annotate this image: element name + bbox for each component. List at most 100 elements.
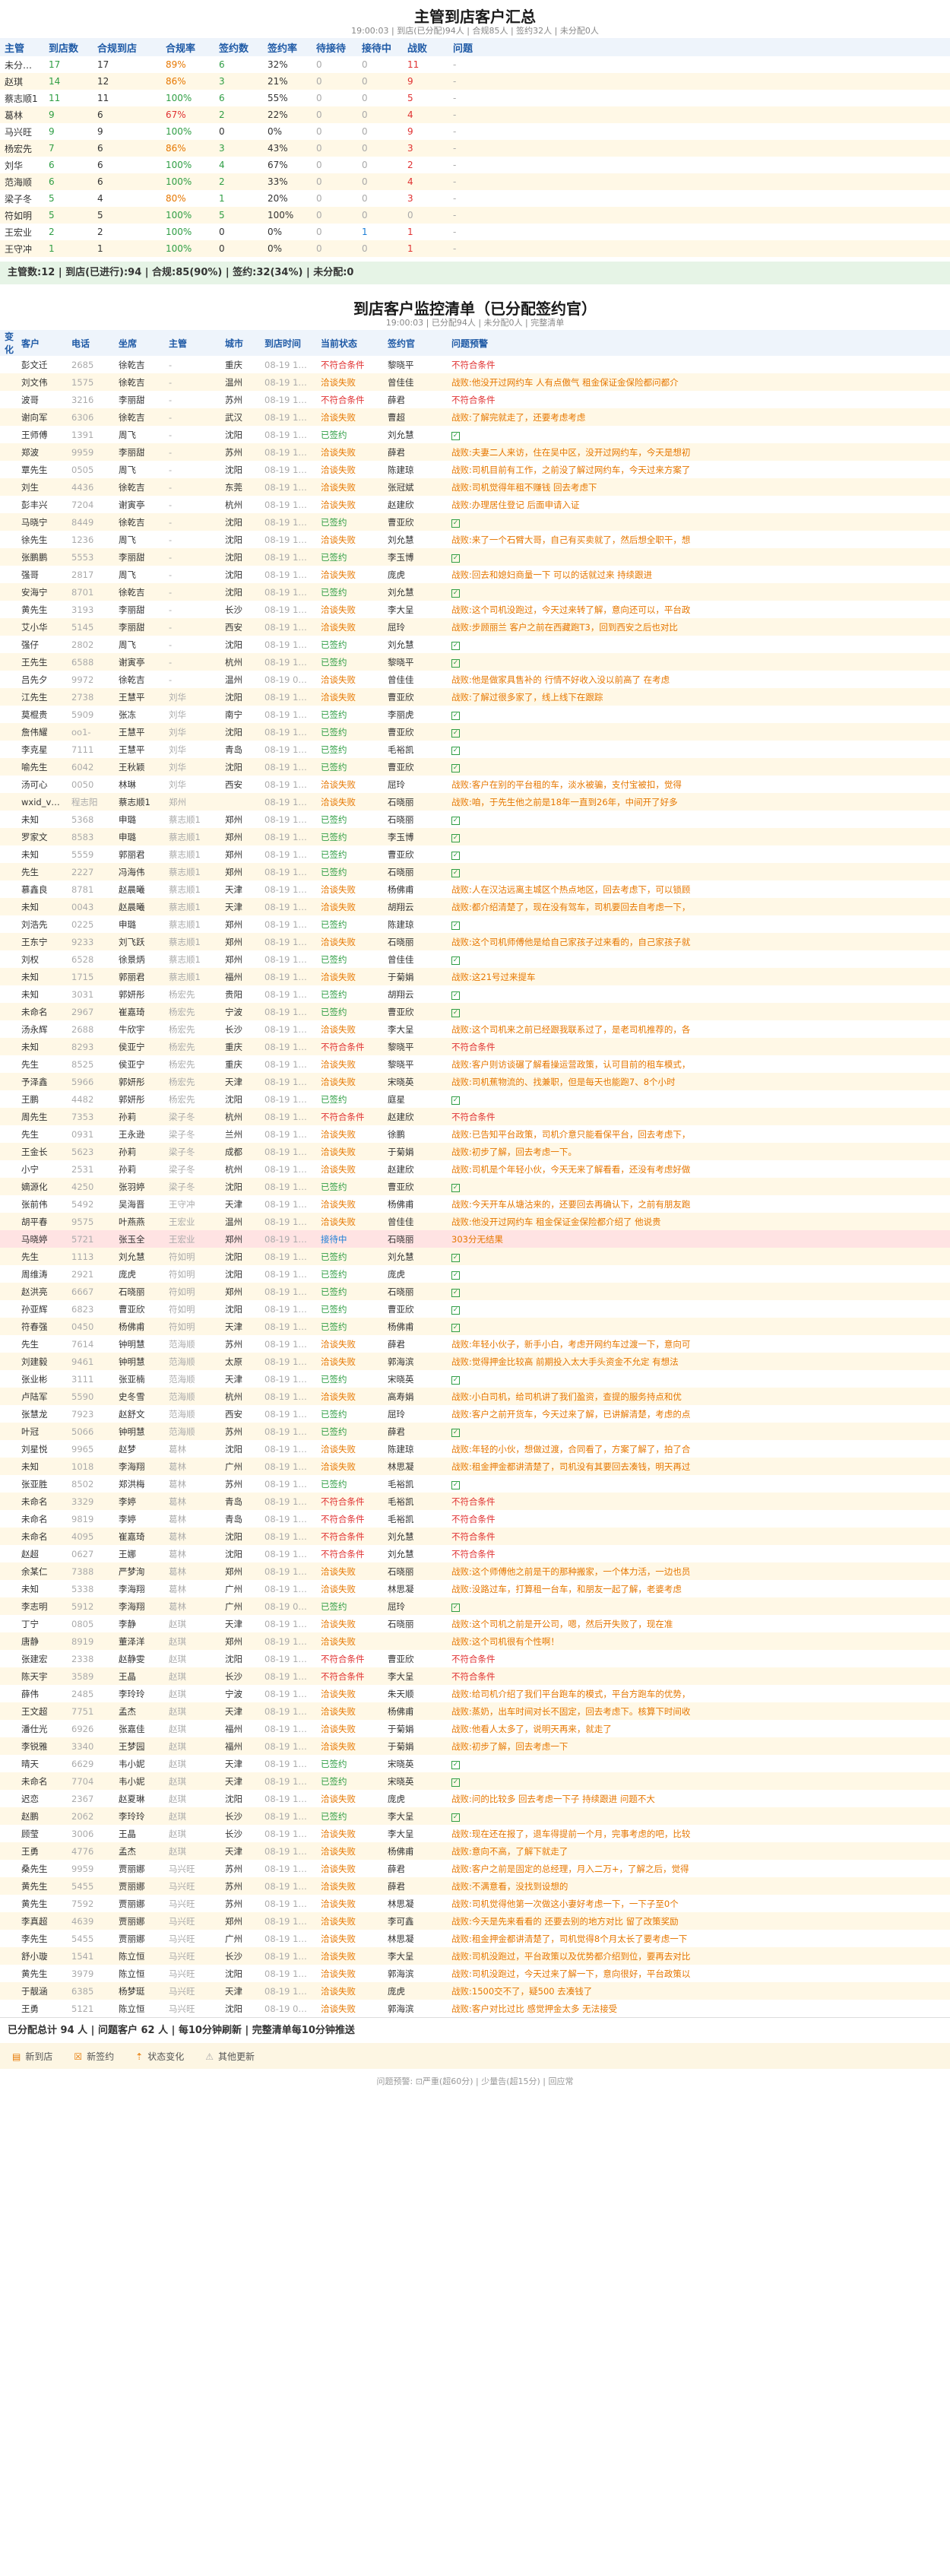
monitor-row[interactable]: 于靓涵 6385 杨梦珽 马兴旺 天津 08-19 12:11 洽谈失败 庞虎 战败:1500交… (0, 1982, 950, 2000)
monitor-cell: 杭州 (220, 653, 260, 671)
monitor-row[interactable]: 李志明 5912 李海翔 葛林 广州 08-19 09:39 已签约 屈玲 ✓ (0, 1597, 950, 1615)
monitor-row[interactable]: 未知 1018 李海翔 葛林 广州 08-19 15:21 洽谈失败 林思凝 战败:租金押金都讲… (0, 1458, 950, 1475)
monitor-row[interactable]: 汤永辉 2688 牛欣宇 杨宏先 长沙 08-19 15:08 洽谈失败 李大呈 战败:这个司机… (0, 1020, 950, 1038)
monitor-row[interactable]: 王东宁 9233 刘飞跃 蔡志顺1 郑州 08-19 10:53 洽谈失败 石晓丽 战败:这个司… (0, 933, 950, 950)
monitor-row[interactable]: 先生 8525 侯亚宁 杨宏先 重庆 08-19 13:03 洽谈失败 黎晓平 战败:客户则访谈… (0, 1055, 950, 1073)
monitor-row[interactable]: 覃先生 0505 周飞 - 沈阳 08-19 15:23 洽谈失败 陈建琼 战败:司机目前有工作… (0, 461, 950, 478)
monitor-row[interactable]: 未知 0043 赵晨曦 蔡志顺1 天津 08-19 13:28 洽谈失败 胡翔云 战败:都介绍清… (0, 898, 950, 915)
monitor-row[interactable]: 王鹏 4482 郭妍彤 杨宏先 沈阳 08-19 10:19 已签约 庭星 ✓ (0, 1090, 950, 1108)
monitor-row[interactable]: 先生 7614 钟明慧 范海顺 苏州 08-19 18:00 洽谈失败 薛君 战败:年轻小伙子，… (0, 1335, 950, 1353)
monitor-row[interactable]: 江先生 2738 王慧平 刘华 沈阳 08-19 16:48 洽谈失败 曹亚欣 战败:了解过很多… (0, 688, 950, 706)
monitor-row[interactable]: 先生 2227 冯海伟 蔡志顺1 郑州 08-19 15:22 已签约 石晓丽 ✓ (0, 863, 950, 880)
monitor-row[interactable]: 李先生 5455 贾丽娜 马兴旺 广州 08-19 15:34 洽谈失败 林思凝 战败:租金押金… (0, 1930, 950, 1947)
monitor-row[interactable]: 郑波 9959 李丽甜 - 苏州 08-19 15:37 洽谈失败 薛君 战败:夫妻二人来访，住… (0, 443, 950, 461)
monitor-row[interactable]: 波哥 3216 李丽甜 - 苏州 08-19 16:12 不符合条件 薛君 不符合条件 (0, 391, 950, 408)
monitor-row[interactable]: 王先生 6588 谢寅亭 - 杭州 08-19 10:03 已签约 黎晓平 ✓ (0, 653, 950, 671)
monitor-row[interactable]: 嫡源化 4250 张羽婷 梁子冬 沈阳 08-19 13:10 已签约 曹亚欣 ✓ (0, 1178, 950, 1195)
monitor-row[interactable]: 先生 1113 刘允慧 符如明 沈阳 08-19 15:16 已签约 刘允慧 ✓ (0, 1248, 950, 1265)
monitor-row[interactable]: 未命名 4095 崔嘉琦 葛林 沈阳 08-19 13:23 不符合条件 刘允慧 不符合条件 (0, 1528, 950, 1545)
monitor-row[interactable]: 陈天宇 3589 王晶 赵琪 长沙 08-19 16:46 不符合条件 李大呈 不符合条件 (0, 1667, 950, 1685)
monitor-row[interactable]: 马晓婷 5721 张玉全 王宏业 郑州 08-19 13:56 接待中 石晓丽 303分无结果 (0, 1230, 950, 1248)
monitor-row[interactable]: 喻先生 6042 王秋颖 刘华 沈阳 08-19 13:10 已签约 曹亚欣 ✓ (0, 758, 950, 776)
monitor-row[interactable]: 未知 5559 郭丽君 蔡志顺1 郑州 08-19 15:27 已签约 曹亚欣 ✓ (0, 845, 950, 863)
monitor-row[interactable]: 赵洪亮 6667 石晓丽 符如明 郑州 08-19 14:27 已签约 石晓丽 ✓ (0, 1283, 950, 1300)
monitor-row[interactable]: 桑先生 9959 贾丽娜 马兴旺 苏州 08-19 17:00 洽谈失败 薛君 战败:客户之前是… (0, 1860, 950, 1877)
monitor-row[interactable]: 王勇 5121 陈立恒 马兴旺 沈阳 08-19 09:10 洽谈失败 郭海滨 战败:客户对比过… (0, 2000, 950, 2017)
monitor-row[interactable]: 赵鹏 2062 李玲玲 赵琪 长沙 08-19 12:37 已签约 李大呈 ✓ (0, 1807, 950, 1825)
monitor-row[interactable]: 刘文伟 1575 徐乾吉 - 温州 08-19 16:21 洽谈失败 曾佳佳 战败:他没开过网约… (0, 373, 950, 391)
summary-cell: 1 (403, 240, 448, 257)
monitor-row[interactable]: 莫棍贵 5909 张冻 刘华 南宁 08-19 14:48 已签约 李丽虎 ✓ (0, 706, 950, 723)
monitor-row[interactable]: 黄先生 3193 李丽甜 - 长沙 08-19 11:55 洽谈失败 李大呈 战败:这个司机没跑… (0, 601, 950, 618)
monitor-row[interactable]: 叶冠 5066 钟明慧 范海顺 苏州 08-19 13:15 已签约 薛君 ✓ (0, 1423, 950, 1440)
monitor-row[interactable]: 卢陆军 5590 史冬雪 范海顺 杭州 08-19 15:07 洽谈失败 高寿娟 战败:小白司机… (0, 1388, 950, 1405)
monitor-row[interactable]: 刘星悦 9965 赵梦 葛林 沈阳 08-19 15:22 洽谈失败 陈建琼 战败:年轻的小伙，… (0, 1440, 950, 1458)
monitor-row[interactable]: 王金长 5623 孙莉 梁子冬 成都 08-19 14:37 洽谈失败 于菊娟 战败:初步了解，… (0, 1143, 950, 1160)
monitor-row[interactable]: 王师傅 1391 周飞 - 沈阳 08-19 16:08 已签约 刘允慧 ✓ (0, 426, 950, 443)
monitor-row[interactable]: 未知 1715 郭丽君 蔡志顺1 福州 08-19 10:35 洽谈失败 于菊娟 战败:这21号… (0, 968, 950, 985)
monitor-row[interactable]: 丁宁 0805 李静 赵琪 天津 08-19 18:33 洽谈失败 石晓丽 战败:这个司机之前是… (0, 1615, 950, 1632)
monitor-row[interactable]: 谢向军 6306 徐乾吉 - 武汉 08-19 16:00 洽谈失败 曹超 战败:了解完就走了，… (0, 408, 950, 426)
monitor-row[interactable]: 李真超 4639 贾丽娜 马兴旺 郑州 08-19 15:59 洽谈失败 李可鑫 战败:今天是先… (0, 1912, 950, 1930)
monitor-row[interactable]: 未知 3031 郭妍彤 杨宏先 贵阳 08-19 17:10 已签约 胡翔云 ✓ (0, 985, 950, 1003)
monitor-row[interactable]: 张慧龙 7923 赵舒文 范海顺 西安 08-19 13:57 已签约 屈玲 战败:客户之前开货… (0, 1405, 950, 1423)
monitor-row[interactable]: 符春强 0450 杨佛甫 符如明 天津 08-19 10:12 已签约 杨佛甫 ✓ (0, 1318, 950, 1335)
monitor-row[interactable]: 李锐雅 3340 王梦园 赵琪 福州 08-19 15:03 洽谈失败 于菊娟 战败:初步了解，… (0, 1737, 950, 1755)
monitor-row[interactable]: 晴天 6629 韦小妮 赵琪 天津 08-19 14:49 已签约 宋晓英 ✓ (0, 1755, 950, 1772)
monitor-row[interactable]: 李克星 7111 王慧平 刘华 青岛 08-19 13:33 已签约 毛裕凯 ✓ (0, 741, 950, 758)
monitor-row[interactable]: 徐先生 1236 周飞 - 沈阳 08-19 13:47 洽谈失败 刘允慧 战败:来了一个石臂大… (0, 531, 950, 548)
monitor-row[interactable]: 唐静 8919 董泽洋 赵琪 郑州 08-19 18:09 洽谈失败 战败:这个司机很有个性啊… (0, 1632, 950, 1650)
monitor-row[interactable]: 张建宏 2338 赵静雯 赵琪 沈阳 08-19 16:47 不符合条件 曹亚欣 不符合条件 (0, 1650, 950, 1667)
monitor-row[interactable]: 未命名 9819 李婷 葛林 青岛 08-19 13:35 不符合条件 毛裕凯 不符合条件 (0, 1510, 950, 1528)
monitor-row[interactable]: 未命名 7704 韦小妮 赵琪 天津 08-19 14:01 已签约 宋晓英 ✓ (0, 1772, 950, 1790)
monitor-row[interactable]: 周先生 7353 孙莉 梁子冬 杭州 08-19 16:07 不符合条件 赵建欣 不符合条件 (0, 1108, 950, 1125)
monitor-row[interactable]: 彭文迁 2685 徐乾吉 - 重庆 08-19 16:52 不符合条件 黎晓平 不符合条件 (0, 356, 950, 373)
monitor-row[interactable]: 未命名 2967 崔嘉琦 杨宏先 宁波 08-19 16:33 已签约 曹亚欣 ✓ (0, 1003, 950, 1020)
monitor-row[interactable]: 黄先生 3979 陈立恒 马兴旺 沈阳 08-19 12:13 洽谈失败 郭海滨 战败:司机没跑… (0, 1965, 950, 1982)
monitor-row[interactable]: 胡平春 9575 叶燕燕 王宏业 温州 08-19 16:33 洽谈失败 曾佳佳 战败:他没开过… (0, 1213, 950, 1230)
monitor-row[interactable]: 未命名 3329 李婷 葛林 青岛 08-19 13:35 不符合条件 毛裕凯 不符合条件 (0, 1493, 950, 1510)
monitor-cell: 郭妍彤 (119, 1093, 145, 1105)
monitor-row[interactable]: 吕先夕 9972 徐乾吉 - 温州 08-19 09:49 洽谈失败 曾佳佳 战败:他是做家具售… (0, 671, 950, 688)
monitor-cell: 5966 (67, 1073, 114, 1090)
monitor-row[interactable]: 未知 5338 李海翔 葛林 广州 08-19 10:03 洽谈失败 林思凝 战败:没路过车，打… (0, 1580, 950, 1597)
monitor-row[interactable]: 刘生 4436 徐乾吉 - 东莞 08-19 15:05 洽谈失败 张冠斌 战败:司机觉得年租不… (0, 478, 950, 496)
monitor-row[interactable]: 舒小璇 1541 陈立恒 马兴旺 长沙 08-19 13:40 洽谈失败 李大呈 战败:司机没跑… (0, 1947, 950, 1965)
monitor-row[interactable]: wxid_vhkouwrdatba22程志阳蔡志顺1郑州 08-19 18:30洽… (0, 793, 950, 811)
monitor-row[interactable]: 予泽鑫 5966 郭妍彤 杨宏先 天津 08-19 12:01 洽谈失败 宋晓英 战败:司机蕉物… (0, 1073, 950, 1090)
monitor-row[interactable]: 小宁 2531 孙莉 梁子冬 杭州 08-19 13:22 洽谈失败 赵建欣 战败:司机是个年轻… (0, 1160, 950, 1178)
monitor-row[interactable]: 张业彬 3111 张亚楠 范海顺 天津 08-19 15:40 已签约 宋晓英 ✓ (0, 1370, 950, 1388)
monitor-row[interactable]: 赵超 0627 王娜 葛林 沈阳 08-19 11:25 不符合条件 刘允慧 不符合条件 (0, 1545, 950, 1562)
monitor-row[interactable]: 薛伟 2485 李玲玲 赵琪 宁波 08-19 16:37 洽谈失败 朱天顺 战败:给司机介绍了… (0, 1685, 950, 1702)
monitor-cell: 葛林 (169, 1583, 186, 1594)
monitor-row[interactable]: 强仔 2802 周飞 - 沈阳 08-19 11:30 已签约 刘允慧 ✓ (0, 636, 950, 653)
monitor-row[interactable]: 刘浩先 0225 申璐 蔡志顺1 郑州 08-19 12:08 已签约 陈建琼 ✓ (0, 915, 950, 933)
monitor-row[interactable]: 刘权 6528 徐景炳 蔡志顺1 郑州 08-19 10:35 已签约 曾佳佳 ✓ (0, 950, 950, 968)
monitor-row[interactable]: 张亚胜 8502 郑洪梅 葛林 苏州 08-19 14:12 已签约 毛裕凯 ✓ (0, 1475, 950, 1493)
monitor-row[interactable]: 周维涛 2921 庞虎 符如明 沈阳 08-19 14:31 已签约 庞虎 ✓ (0, 1265, 950, 1283)
monitor-row[interactable]: 王文超 7751 孟杰 赵琪 天津 08-19 15:58 洽谈失败 杨佛甫 战败:蒸奶，出车时… (0, 1702, 950, 1720)
monitor-row[interactable]: 余某仁 7388 严梦洵 葛林 郑州 08-19 10:05 洽谈失败 石晓丽 战败:这个师傅他… (0, 1562, 950, 1580)
monitor-row[interactable]: 马晓宁 8449 徐乾吉 - 沈阳 08-19 14:29 已签约 曹亚欣 ✓ (0, 513, 950, 531)
monitor-row[interactable]: 彭丰兴 7204 谢寅亭 - 杭州 08-19 14:21 洽谈失败 赵建欣 战败:办理居住登记… (0, 496, 950, 513)
monitor-row[interactable]: 未知 5368 申璐 蔡志顺1 郑州 08-19 17:52 已签约 石晓丽 ✓ (0, 811, 950, 828)
monitor-row[interactable]: 顾莹 3006 王晶 赵琪 长沙 08-19 12:05 洽谈失败 李大呈 战败:现在还在报了，… (0, 1825, 950, 1842)
monitor-row[interactable]: 黄先生 5455 贾丽娜 马兴旺 苏州 08-19 16:51 洽谈失败 薛君 战败:不满意看，… (0, 1877, 950, 1895)
monitor-row[interactable]: 张鹏鹏 5553 李丽甜 - 沈阳 08-19 13:03 已签约 李玉博 ✓ (0, 548, 950, 566)
monitor-row[interactable]: 王勇 4776 孟杰 赵琪 天津 08-19 11:47 洽谈失败 杨佛甫 战败:意向不高，了解… (0, 1842, 950, 1860)
monitor-row[interactable]: 孙亚辉 6823 曹亚欣 符如明 沈阳 08-19 12:53 已签约 曹亚欣 ✓ (0, 1300, 950, 1318)
monitor-row[interactable]: 潘仕光 6926 张嘉佳 赵琪 福州 08-19 15:04 洽谈失败 于菊娟 战败:他看人太多… (0, 1720, 950, 1737)
monitor-row[interactable]: 迟恋 2367 赵夏琳 赵琪 沈阳 08-19 13:07 洽谈失败 庞虎 战败:问的比较多 回… (0, 1790, 950, 1807)
monitor-row[interactable]: 慕鑫良 8781 赵晨曦 蔡志顺1 天津 08-19 15:17 洽谈失败 杨佛甫 战败:人在汉… (0, 880, 950, 898)
monitor-row[interactable]: 未知 8293 侯亚宁 杨宏先 重庆 08-19 14:00 不符合条件 黎晓平 不符合条件 (0, 1038, 950, 1055)
monitor-row[interactable]: 刘建毅 9461 钟明慧 范海顺 太原 08-19 17:00 洽谈失败 郭海滨 战败:觉得押金… (0, 1353, 950, 1370)
monitor-row[interactable]: 汤可心 0050 林琳 刘华 西安 08-19 11:58 洽谈失败 屈玲 战败:客户在别的平台… (0, 776, 950, 793)
monitor-row[interactable]: 强哥 2817 周飞 - 沈阳 08-19 12:51 洽谈失败 庞虎 战败:回去和媳妇商量一下… (0, 566, 950, 583)
monitor-row[interactable]: 罗家文 8583 申璐 蔡志顺1 郑州 08-19 16:46 已签约 李玉博 ✓ (0, 828, 950, 845)
monitor-row[interactable]: 詹伟耀 oo1- 王慧平 刘华 沈阳 08-19 14:20 已签约 曹亚欣 ✓ (0, 723, 950, 741)
monitor-row[interactable]: 张前伟 5492 吴海晋 王守冲 天津 08-19 11:00 洽谈失败 杨佛甫 战败:今天开车… (0, 1195, 950, 1213)
monitor-row[interactable]: 先生 0931 王永逊 梁子冬 兰州 08-19 16:05 洽谈失败 徐鹏 战败:已告知平台政… (0, 1125, 950, 1143)
monitor-row[interactable]: 黄先生 7592 贾丽娜 马兴旺 苏州 08-19 16:21 洽谈失败 林思凝 战败:司机觉得… (0, 1895, 950, 1912)
monitor-row[interactable]: 安海宁 8701 徐乾吉 - 沈阳 08-19 12:08 已签约 刘允慧 ✓ (0, 583, 950, 601)
monitor-row[interactable]: 艾小华 5145 李丽甜 - 西安 08-19 11:39 洽谈失败 屈玲 战败:步顾丽兰 客户… (0, 618, 950, 636)
